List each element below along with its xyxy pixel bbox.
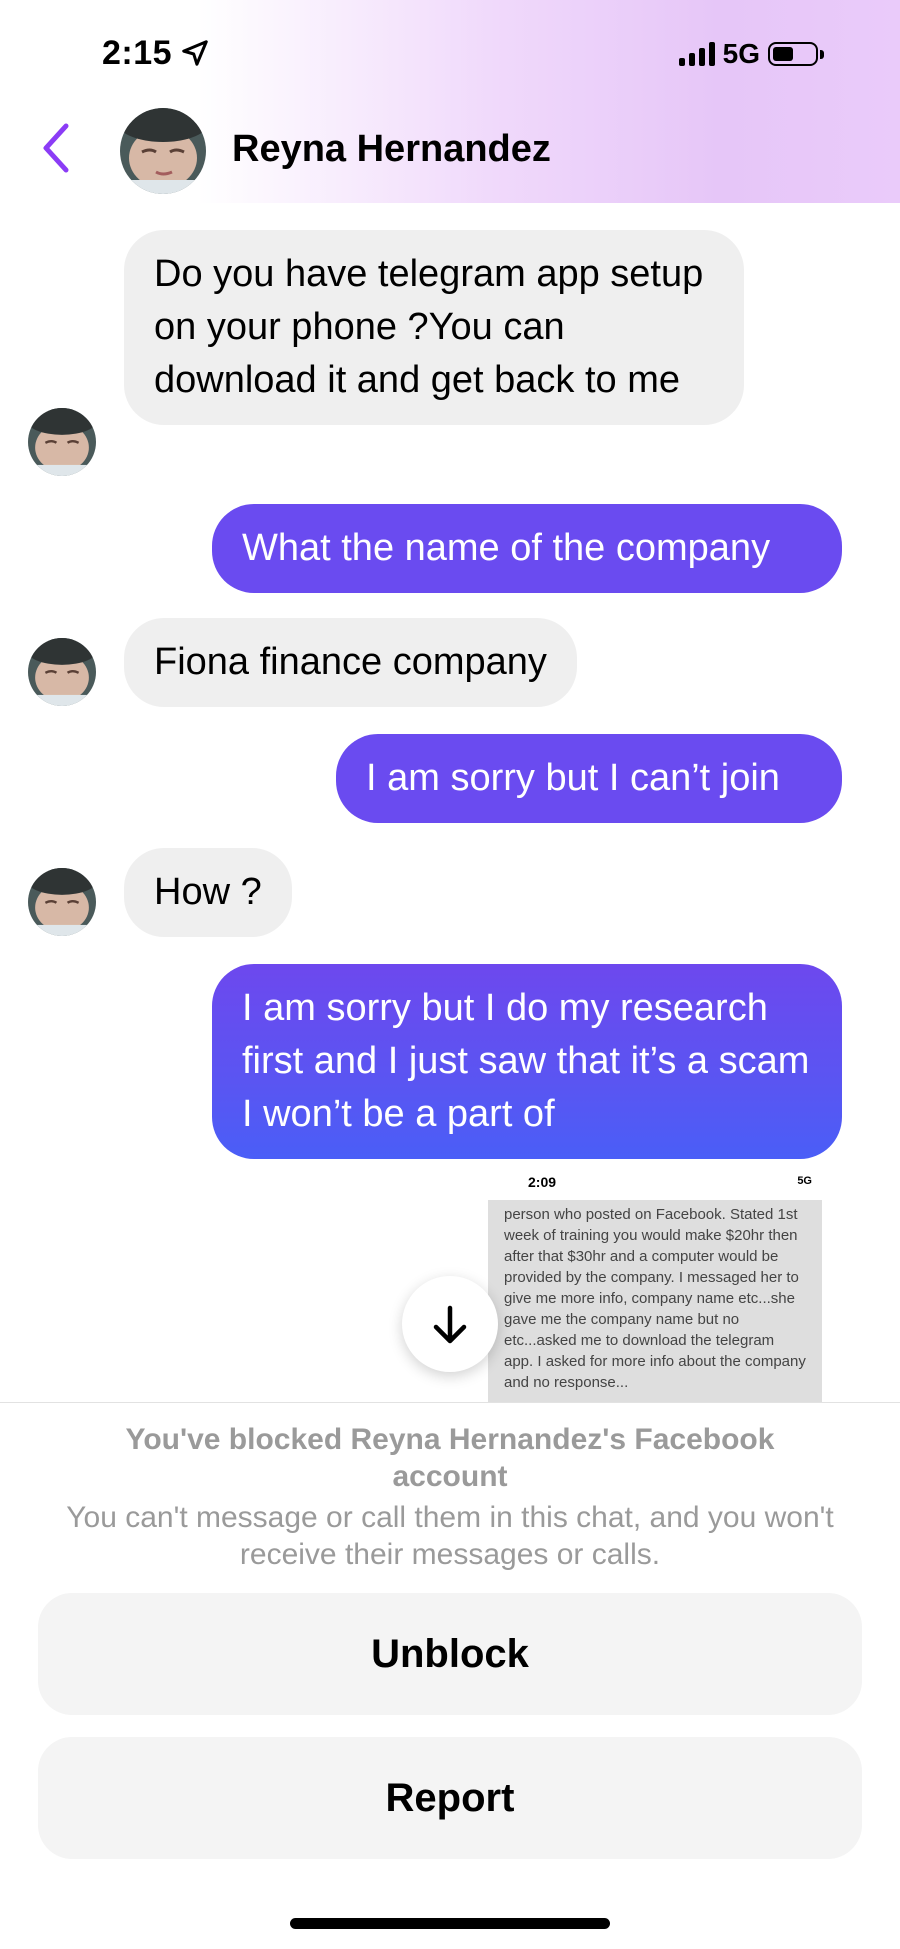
arrow-down-icon [433,1305,467,1344]
blocked-title: You've blocked Reyna Hernandez's Faceboo… [125,1423,775,1493]
status-icons: 5G [678,38,824,70]
screenshot-time: 2:09 [528,1174,557,1190]
contact-avatar-small [28,638,96,706]
message-bubble-incoming[interactable]: Fiona finance company [124,618,577,707]
contact-avatar-small [28,408,96,476]
battery-icon [768,42,824,66]
home-indicator[interactable] [290,1918,610,1929]
report-button[interactable]: Report [38,1737,862,1859]
message-bubble-outgoing[interactable]: I am sorry but I can’t join [336,734,842,823]
contact-avatar-small [28,868,96,936]
network-label: 5G [722,38,760,69]
signal-bars-icon [678,42,715,66]
unblock-button[interactable]: Unblock [38,1593,862,1715]
scroll-to-bottom-button[interactable] [402,1276,498,1372]
message-bubble-outgoing[interactable]: What the name of the company [212,504,842,593]
shared-screenshot-attachment[interactable]: 2:09 5G person who posted on Facebook. S… [488,1162,842,1402]
message-bubble-outgoing[interactable]: I am sorry but I do my research first an… [212,964,842,1159]
blocked-description: You can't message or call them in this c… [66,1501,834,1571]
screenshot-network: 5G [797,1175,812,1187]
status-time: 2:15 [102,34,173,72]
header: 2:15 5G Reyna Hernandez [0,0,900,203]
contact-avatar[interactable] [120,108,206,194]
message-bubble-incoming[interactable]: Do you have telegram app setup on your p… [124,230,744,425]
contact-name[interactable]: Reyna Hernandez [232,128,551,171]
message-bubble-incoming[interactable]: How ? [124,848,292,937]
screenshot-status-bar: 2:09 5G [488,1162,842,1200]
blocked-panel: You've blocked Reyna Hernandez's Faceboo… [0,1402,900,1949]
chevron-left-icon[interactable] [36,120,76,176]
screenshot-text: person who posted on Facebook. Stated 1s… [488,1200,822,1402]
location-arrow-icon [182,40,208,66]
